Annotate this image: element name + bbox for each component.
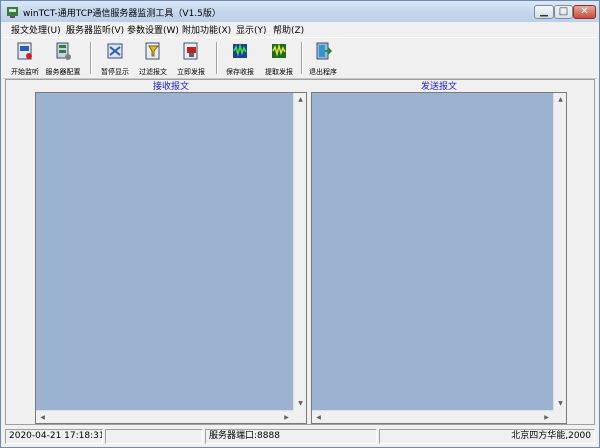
- app-icon: [7, 7, 18, 18]
- window-title: winTCT-通用TCP通信服务器监测工具（V1.5版）: [23, 9, 221, 19]
- send-now-icon: [183, 42, 198, 60]
- extract-send-icon: [272, 43, 286, 58]
- scroll-right-icon[interactable]: ▶: [280, 411, 293, 424]
- scroll-down-icon[interactable]: ▼: [294, 397, 307, 410]
- sent-pane-title: 发送报文: [420, 82, 457, 92]
- maximize-button[interactable]: □: [554, 5, 573, 19]
- menu-display[interactable]: 显示(Y): [236, 23, 267, 36]
- save-received-icon: [233, 43, 247, 58]
- filter-icon: [145, 42, 160, 60]
- save-received-button[interactable]: 保存收报: [220, 40, 260, 78]
- exit-button[interactable]: 退出程序: [303, 40, 343, 78]
- toolbar: 开始监听 服务器配置 暂停显示 过滤报文 立即发报 保存收报 提取发报 退出程序: [3, 37, 597, 79]
- server-config-button[interactable]: 服务器配置: [43, 40, 83, 78]
- scroll-corner: [293, 410, 306, 423]
- close-button[interactable]: ✕: [573, 5, 596, 19]
- scroll-up-icon[interactable]: ▲: [554, 93, 567, 106]
- scroll-left-icon[interactable]: ◀: [36, 411, 49, 424]
- vertical-scrollbar[interactable]: ▲ ▼: [553, 93, 566, 410]
- status-copyright: 北京四方华能,2000: [379, 429, 595, 444]
- scroll-down-icon[interactable]: ▼: [554, 397, 567, 410]
- send-now-label: 立即发报: [177, 68, 205, 76]
- extract-send-label: 提取发报: [265, 68, 293, 76]
- vertical-scrollbar[interactable]: ▲ ▼: [293, 93, 306, 410]
- scroll-left-icon[interactable]: ◀: [312, 411, 325, 424]
- extract-send-button[interactable]: 提取发报: [259, 40, 299, 78]
- pause-display-icon: [107, 43, 123, 59]
- status-bar: 2020-04-21 17:18:31 服务器端口:8888 北京四方华能,20…: [3, 427, 597, 445]
- status-datetime: 2020-04-21 17:18:31: [5, 429, 103, 444]
- scroll-up-icon[interactable]: ▲: [294, 93, 307, 106]
- received-messages-pane[interactable]: ▲ ▼ ◀ ▶: [35, 92, 307, 424]
- status-empty: [105, 429, 203, 444]
- menu-message-processing[interactable]: 报文处理(U): [11, 23, 61, 36]
- sent-messages-pane[interactable]: ▲ ▼ ◀ ▶: [311, 92, 567, 424]
- exit-icon: [316, 42, 332, 60]
- scroll-corner: [553, 410, 566, 423]
- send-now-button[interactable]: 立即发报: [171, 40, 211, 78]
- received-pane-title: 接收报文: [152, 82, 189, 92]
- menu-server-listen[interactable]: 服务器监听(V): [66, 23, 124, 36]
- scroll-right-icon[interactable]: ▶: [540, 411, 553, 424]
- horizontal-scrollbar[interactable]: ◀ ▶: [312, 410, 553, 423]
- menu-bar: 报文处理(U) 服务器监听(V) 参数设置(W) 附加功能(X) 显示(Y) 帮…: [3, 22, 597, 36]
- exit-label: 退出程序: [309, 68, 337, 76]
- title-bar[interactable]: winTCT-通用TCP通信服务器监测工具（V1.5版） ▁ □ ✕: [1, 1, 599, 22]
- minimize-button[interactable]: ▁: [534, 5, 554, 19]
- start-listen-icon: [17, 42, 32, 60]
- menu-parameter-settings[interactable]: 参数设置(W): [127, 23, 179, 36]
- server-config-label: 服务器配置: [45, 68, 81, 76]
- server-config-icon: [56, 42, 71, 60]
- horizontal-scrollbar[interactable]: ◀ ▶: [36, 410, 293, 423]
- app-window: winTCT-通用TCP通信服务器监测工具（V1.5版） ▁ □ ✕ 报文处理(…: [0, 0, 600, 448]
- status-server-port: 服务器端口:8888: [205, 429, 377, 444]
- menu-additional-functions[interactable]: 附加功能(X): [182, 23, 231, 36]
- menu-help[interactable]: 帮助(Z): [273, 23, 304, 36]
